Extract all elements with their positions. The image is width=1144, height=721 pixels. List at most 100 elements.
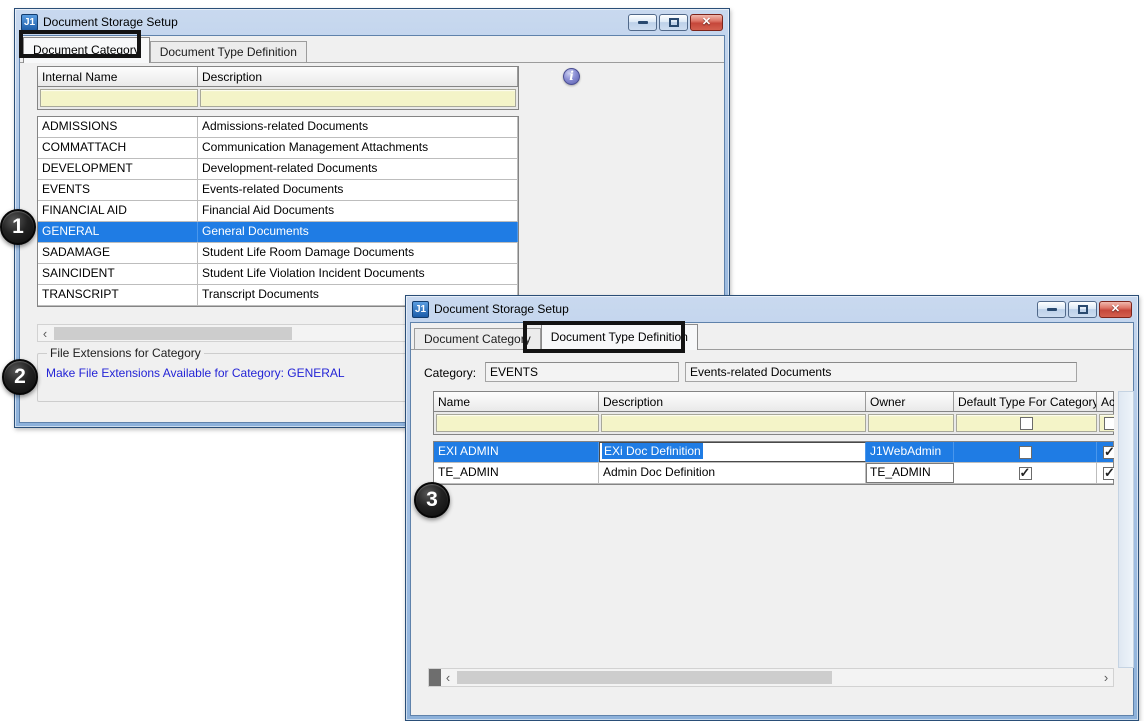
cell-description[interactable]: Admissions-related Documents (198, 117, 518, 137)
maximize-button[interactable] (1068, 301, 1097, 318)
column-header-internal-name[interactable]: Internal Name (38, 67, 198, 86)
table-row[interactable]: SADAMAGE Student Life Room Damage Docume… (38, 243, 518, 264)
cell-description[interactable]: Financial Aid Documents (198, 201, 518, 221)
category-description-field[interactable]: Events-related Documents (685, 362, 1077, 382)
table-row[interactable]: DEVELOPMENT Development-related Document… (38, 159, 518, 180)
maximize-button[interactable] (659, 14, 688, 31)
table-row-selected[interactable]: GENERAL General Documents (38, 222, 518, 243)
filter-active-cell (1099, 414, 1114, 432)
column-header-active[interactable]: Active (1097, 392, 1114, 411)
cell-name[interactable]: TE_ADMIN (434, 463, 599, 483)
close-button[interactable]: ✕ (690, 14, 723, 31)
active-checkbox[interactable] (1103, 467, 1114, 480)
callout-badge-3: 3 (414, 482, 450, 518)
info-icon[interactable]: i (563, 68, 580, 85)
window-body: Document Category Document Type Definiti… (410, 322, 1134, 716)
cell-internal-name[interactable]: EVENTS (38, 180, 198, 200)
cell-name[interactable]: EXI ADMIN (434, 442, 599, 462)
scroll-left-icon[interactable]: ‹ (38, 327, 52, 340)
scroll-right-icon[interactable]: › (1099, 671, 1113, 684)
filter-active-checkbox[interactable] (1104, 417, 1114, 430)
cell-internal-name[interactable]: GENERAL (38, 222, 198, 242)
cell-owner[interactable]: J1WebAdmin (866, 442, 954, 462)
filter-name-input[interactable] (436, 414, 599, 432)
scrollbar-thumb[interactable] (457, 671, 832, 684)
minimize-icon (638, 21, 648, 24)
table-row-selected[interactable]: EXI ADMIN EXi Doc Definition J1WebAdmin (434, 442, 1113, 463)
tab-document-type-definition[interactable]: Document Type Definition (150, 41, 307, 62)
column-header-name[interactable]: Name (434, 392, 599, 411)
grid-filter-row (37, 87, 519, 110)
scroll-left-icon[interactable]: ‹ (441, 671, 455, 684)
screenshot-canvas: J1 Document Storage Setup ✕ Document Cat… (0, 0, 1144, 721)
cell-internal-name[interactable]: SAINCIDENT (38, 264, 198, 284)
close-icon: ✕ (702, 17, 711, 28)
vertical-scrollbar[interactable] (1118, 391, 1134, 668)
annotation-box-document-type-definition-tab (523, 321, 685, 353)
callout-badge-1: 1 (0, 209, 36, 245)
horizontal-scrollbar[interactable]: ‹ › (428, 668, 1114, 687)
maximize-icon (1078, 305, 1088, 314)
filter-description-input[interactable] (200, 89, 516, 107)
close-button[interactable]: ✕ (1099, 301, 1132, 318)
window-title: Document Storage Setup (43, 15, 623, 29)
table-row[interactable]: FINANCIAL AID Financial Aid Documents (38, 201, 518, 222)
selected-text: EXi Doc Definition (602, 443, 703, 459)
column-header-description[interactable]: Description (198, 67, 518, 86)
window-controls: ✕ (1037, 301, 1132, 318)
window-controls: ✕ (628, 14, 723, 31)
scrollbar-thumb[interactable] (54, 327, 292, 340)
cell-description[interactable]: Admin Doc Definition (599, 463, 866, 483)
j1-app-icon: J1 (412, 301, 429, 318)
cell-internal-name[interactable]: DEVELOPMENT (38, 159, 198, 179)
window-title: Document Storage Setup (434, 302, 1032, 316)
cell-owner[interactable]: TE_ADMIN (866, 463, 954, 483)
minimize-button[interactable] (628, 14, 657, 31)
table-row[interactable]: SAINCIDENT Student Life Violation Incide… (38, 264, 518, 285)
cell-internal-name[interactable]: FINANCIAL AID (38, 201, 198, 221)
groupbox-legend: File Extensions for Category (47, 346, 204, 360)
category-value-field[interactable]: EVENTS (485, 362, 679, 382)
minimize-button[interactable] (1037, 301, 1066, 318)
grid-sizer-handle[interactable] (429, 669, 441, 686)
grid-rows: EXI ADMIN EXi Doc Definition J1WebAdmin (433, 441, 1114, 485)
cell-default-type (954, 463, 1097, 483)
cell-description[interactable]: Communication Management Attachments (198, 138, 518, 158)
cell-description[interactable]: Student Life Room Damage Documents (198, 243, 518, 263)
cell-internal-name[interactable]: ADMISSIONS (38, 117, 198, 137)
titlebar[interactable]: J1 Document Storage Setup ✕ (406, 296, 1138, 322)
column-header-owner[interactable]: Owner (866, 392, 954, 411)
tab-document-category[interactable]: Document Category (414, 328, 541, 349)
filter-default-type-cell (956, 414, 1097, 432)
type-definition-grid: Name Description Owner Default Type For … (433, 391, 1114, 485)
cell-description-editing[interactable]: EXi Doc Definition (599, 442, 866, 462)
cell-description[interactable]: Development-related Documents (198, 159, 518, 179)
cell-description[interactable]: General Documents (198, 222, 518, 242)
cell-internal-name[interactable]: TRANSCRIPT (38, 285, 198, 305)
table-row[interactable]: TE_ADMIN Admin Doc Definition TE_ADMIN (434, 463, 1113, 484)
tab-page-document-type-definition: Category: EVENTS Events-related Document… (411, 349, 1133, 715)
cell-internal-name[interactable]: SADAMAGE (38, 243, 198, 263)
cell-active (1097, 442, 1114, 462)
active-checkbox[interactable] (1103, 446, 1114, 459)
grid-header-row: Name Description Owner Default Type For … (433, 391, 1114, 412)
filter-default-type-checkbox[interactable] (1020, 417, 1033, 430)
cell-description[interactable]: Student Life Violation Incident Document… (198, 264, 518, 284)
cell-active (1097, 463, 1114, 483)
grid-filter-row (433, 412, 1114, 435)
default-type-checkbox[interactable] (1019, 467, 1032, 480)
filter-owner-input[interactable] (868, 414, 954, 432)
filter-description-input[interactable] (601, 414, 866, 432)
column-header-description[interactable]: Description (599, 392, 866, 411)
default-type-checkbox[interactable] (1019, 446, 1032, 459)
table-row[interactable]: EVENTS Events-related Documents (38, 180, 518, 201)
maximize-icon (669, 18, 679, 27)
filter-internal-name-input[interactable] (40, 89, 198, 107)
table-row[interactable]: COMMATTACH Communication Management Atta… (38, 138, 518, 159)
grid-header-row: Internal Name Description (37, 66, 519, 87)
table-row[interactable]: ADMISSIONS Admissions-related Documents (38, 117, 518, 138)
column-header-default-type[interactable]: Default Type For Category (954, 392, 1097, 411)
cell-internal-name[interactable]: COMMATTACH (38, 138, 198, 158)
window-document-storage-setup-2: J1 Document Storage Setup ✕ Document Cat… (405, 295, 1139, 721)
cell-description[interactable]: Events-related Documents (198, 180, 518, 200)
